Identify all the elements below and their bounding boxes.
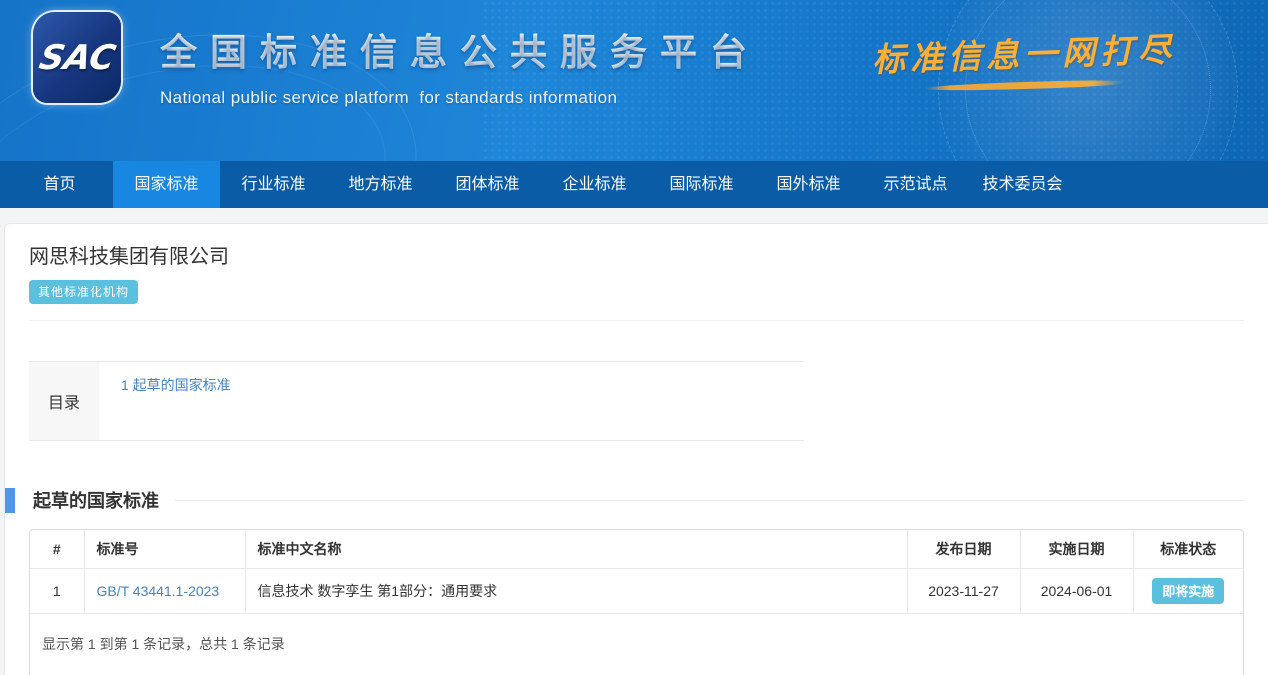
org-name: 网思科技集团有限公司 — [29, 240, 1244, 269]
table-record-summary: 显示第 1 到第 1 条记录，总共 1 条记录 — [30, 614, 1243, 675]
col-header-implement-date: 实施日期 — [1020, 530, 1133, 569]
nav-item-enterprise-standards[interactable]: 企业标准 — [541, 161, 648, 208]
slogan-block: 标准信息一网打尽 — [872, 28, 1176, 89]
content-card: 网思科技集团有限公司 其他标准化机构 目录 1 起草的国家标准 起草的国家标准 … — [4, 223, 1268, 675]
section-header: 起草的国家标准 — [29, 487, 1244, 513]
cell-status: 即将实施 — [1133, 569, 1243, 614]
standards-table-panel: # 标准号 标准中文名称 发布日期 实施日期 标准状态 1 GB/T 43441… — [29, 529, 1244, 675]
nav-item-foreign-standards[interactable]: 国外标准 — [755, 161, 862, 208]
site-title-block: 全国标准信息公共服务平台 National public service pla… — [160, 22, 760, 108]
nav-item-home[interactable]: 首页 — [6, 161, 113, 208]
cell-publish-date: 2023-11-27 — [907, 569, 1020, 614]
nav-item-technical-committee[interactable]: 技术委员会 — [969, 161, 1076, 208]
main-nav: 首页 国家标准 行业标准 地方标准 团体标准 企业标准 国际标准 国外标准 示范… — [0, 161, 1268, 208]
cell-name-cn: 信息技术 数字孪生 第1部分：通用要求 — [245, 569, 907, 614]
site-subtitle: National public service platform for sta… — [160, 88, 760, 108]
page-background: 网思科技集团有限公司 其他标准化机构 目录 1 起草的国家标准 起草的国家标准 … — [0, 208, 1268, 675]
section-accent-bar — [5, 488, 15, 513]
col-header-name-cn: 标准中文名称 — [245, 530, 907, 569]
cell-index: 1 — [30, 569, 84, 614]
table-header-row: # 标准号 标准中文名称 发布日期 实施日期 标准状态 — [30, 530, 1243, 569]
slogan-text: 标准信息一网打尽 — [871, 23, 1176, 82]
col-header-publish-date: 发布日期 — [907, 530, 1020, 569]
site-header: SAC 全国标准信息公共服务平台 National public service… — [0, 0, 1268, 161]
toc-box: 目录 1 起草的国家标准 — [29, 361, 804, 441]
col-header-index: # — [30, 530, 84, 569]
cell-standard-no: GB/T 43441.1-2023 — [84, 569, 245, 614]
standard-no-link[interactable]: GB/T 43441.1-2023 — [97, 583, 220, 599]
toc-label: 目录 — [29, 362, 99, 440]
sac-logo[interactable]: SAC — [33, 12, 121, 103]
nav-item-local-standards[interactable]: 地方标准 — [327, 161, 434, 208]
sac-logo-text: SAC — [35, 38, 118, 78]
toc-body: 1 起草的国家标准 — [99, 362, 804, 440]
cell-implement-date: 2024-06-01 — [1020, 569, 1133, 614]
table-row: 1 GB/T 43441.1-2023 信息技术 数字孪生 第1部分：通用要求 … — [30, 569, 1243, 614]
nav-item-pilot-demo[interactable]: 示范试点 — [862, 161, 969, 208]
col-header-status: 标准状态 — [1133, 530, 1243, 569]
standards-table: # 标准号 标准中文名称 发布日期 实施日期 标准状态 1 GB/T 43441… — [30, 530, 1243, 614]
org-header: 网思科技集团有限公司 其他标准化机构 — [29, 224, 1244, 321]
org-type-badge: 其他标准化机构 — [29, 280, 138, 304]
section-title: 起草的国家标准 — [33, 487, 159, 513]
toc-link-drafted-standards[interactable]: 1 起草的国家标准 — [121, 377, 231, 393]
site-title: 全国标准信息公共服务平台 — [160, 22, 760, 76]
nav-item-industry-standards[interactable]: 行业标准 — [220, 161, 327, 208]
status-badge: 即将实施 — [1152, 578, 1224, 604]
nav-item-group-standards[interactable]: 团体标准 — [434, 161, 541, 208]
nav-item-international-standards[interactable]: 国际标准 — [648, 161, 755, 208]
section-divider-line — [175, 500, 1244, 501]
nav-item-national-standards[interactable]: 国家标准 — [113, 161, 220, 208]
col-header-standard-no: 标准号 — [84, 530, 245, 569]
